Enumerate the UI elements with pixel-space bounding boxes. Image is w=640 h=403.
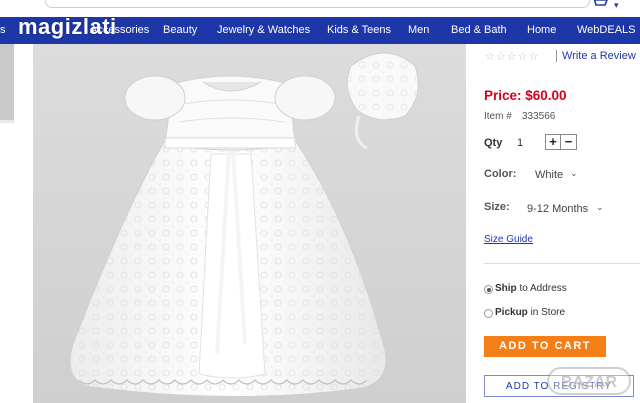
add-to-cart-button[interactable]: ADD TO CART [484,336,606,357]
nav-item-partial[interactable]: s [0,17,6,44]
shopping-cart-icon[interactable] [590,0,608,9]
ship-label-bold: Ship [495,283,517,294]
pickup-in-store-radio[interactable] [484,309,493,318]
item-number-label: Item # [484,111,512,122]
quantity-stepper: + − [545,134,577,150]
watermark-badge: BAZAR [547,367,631,395]
size-guide-link[interactable]: Size Guide [484,234,533,245]
rating-stars: ☆☆☆☆☆ [485,51,540,63]
quantity-value[interactable]: 1 [517,137,523,149]
color-select[interactable]: White [535,169,563,181]
chevron-down-icon[interactable]: ⌄ [596,202,604,213]
color-label: Color: [484,168,517,180]
nav-item-kids-teens[interactable]: Kids & Teens [327,17,391,44]
product-page: ▾ s Accessories Beauty Jewelry & Watches… [0,0,640,403]
quantity-decrease-button[interactable]: − [561,135,576,149]
divider [484,263,640,264]
nav-item-men[interactable]: Men [408,17,429,44]
search-bar[interactable] [45,0,590,8]
pickup-in-store-label[interactable]: Pickup in Store [495,307,565,318]
pickup-label-bold: Pickup [495,307,528,318]
christening-gown-illustration [33,44,466,403]
nav-item-jewelry-watches[interactable]: Jewelry & Watches [217,17,310,44]
thumbnail-partial[interactable] [0,44,14,120]
item-number: 333566 [522,111,556,122]
size-select[interactable]: 9-12 Months [527,203,588,215]
pickup-label-rest: in Store [527,307,566,318]
nav-item-beauty[interactable]: Beauty [163,17,197,44]
divider [556,50,557,62]
watermark-badge-text: BAZAR [561,374,617,391]
chevron-down-icon[interactable]: ▾ [614,0,619,11]
watermark-site-name: magizlati [18,14,117,39]
thumbnail-shadow [0,120,14,123]
ship-to-address-label[interactable]: Ship to Address [495,283,567,294]
price: Price: $60.00 [484,88,567,103]
nav-item-home[interactable]: Home [527,17,556,44]
product-image[interactable] [33,44,466,403]
ship-label-rest: to Address [516,283,567,294]
nav-item-webdeals[interactable]: WebDEALS [577,17,636,44]
ship-to-address-radio[interactable] [484,285,493,294]
size-label: Size: [484,201,510,213]
chevron-down-icon[interactable]: ⌄ [570,168,578,179]
write-review-link[interactable]: Write a Review [562,50,636,62]
quantity-increase-button[interactable]: + [546,135,561,149]
nav-item-bed-bath[interactable]: Bed & Bath [451,17,507,44]
quantity-label: Qty [484,137,503,149]
